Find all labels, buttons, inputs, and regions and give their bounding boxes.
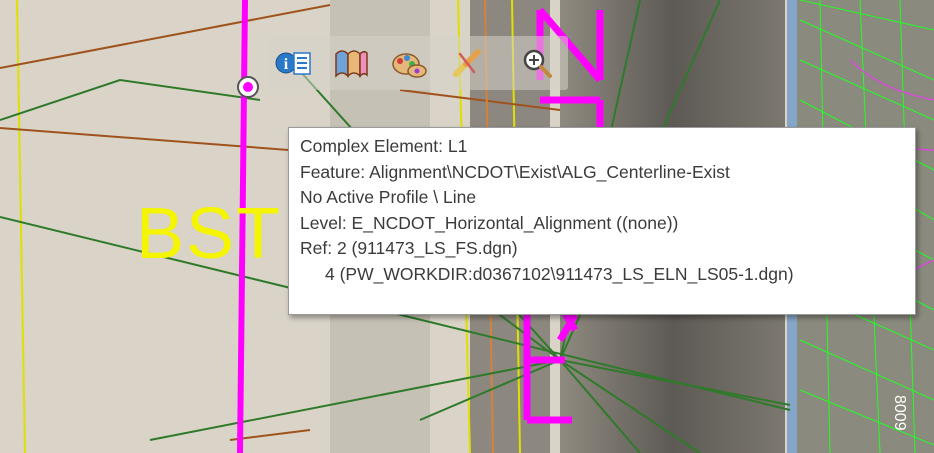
design-view[interactable]: 8009 BST i Complex Element: L1 Feature: … [0,0,934,453]
selection-handle-dot [243,82,253,92]
element-label-text: BST [136,194,283,274]
tooltip-level: Level: E_NCDOT_Horizontal_Alignment ((no… [300,212,679,233]
tooltip-feature: Feature: Alignment\NCDOT\Exist\ALG_Cente… [300,161,730,182]
element-info-tooltip: Complex Element: L1 Feature: Alignment\N… [288,127,916,315]
palette-icon[interactable] [390,44,428,82]
svg-text:i: i [284,56,289,73]
element-info-icon[interactable]: i [274,44,312,82]
tooltip-profile: No Active Profile \ Line [300,187,477,207]
tooltip-element-type: Complex Element: L1 [300,136,468,156]
context-toolbar: i [268,36,568,90]
contour-label: 8009 [891,395,908,431]
tooltip-ref: Ref: 2 (911473_LS_FS.dgn) [300,238,518,258]
link-icon[interactable] [448,44,486,82]
tooltip-ref-nested: 4 (PW_WORKDIR:d0367102\911473_LS_ELN_LS0… [325,263,794,284]
properties-icon[interactable] [332,44,370,82]
zoom-icon[interactable] [518,44,556,82]
